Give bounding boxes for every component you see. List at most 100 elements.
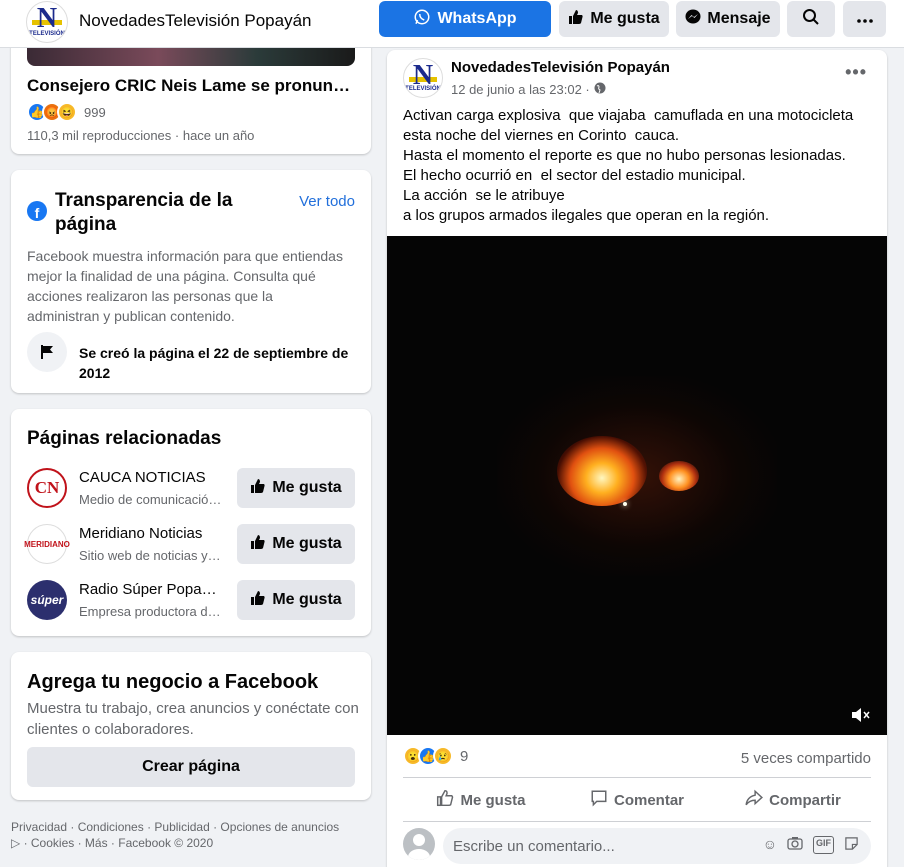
commenter-avatar[interactable] <box>403 828 435 860</box>
post-comment-label: Comentar <box>613 791 684 809</box>
fire-flame <box>557 436 647 506</box>
related-page-item[interactable]: CN CAUCA NOTICIAS Medio de comunicación/… <box>27 468 355 508</box>
create-page-button[interactable]: Crear página <box>27 747 355 787</box>
logo-subtitle: TELEVISIÓN <box>29 31 65 37</box>
logo-subtitle: TELEVISIÓN <box>405 86 441 92</box>
related-like-label: Me gusta <box>272 591 342 608</box>
video-meta: 110,3 mil reproducciones · hace un año <box>27 128 255 143</box>
footer-links: Privacidad · Condiciones · Publicidad · … <box>11 819 371 851</box>
add-business-card: Agrega tu negocio a Facebook Muestra tu … <box>11 652 371 800</box>
related-like-button[interactable]: Me gusta <box>237 468 355 508</box>
footer-line-1[interactable]: Privacidad · Condiciones · Publicidad · … <box>11 819 371 835</box>
transparency-title: Transparencia de la página <box>55 190 233 235</box>
post-options-icon[interactable]: ••• <box>845 62 867 83</box>
add-business-description: Muestra tu trabajo, crea anuncios y coné… <box>27 700 359 738</box>
add-business-title: Agrega tu negocio a Facebook <box>27 671 319 693</box>
post-card: N TELEVISIÓN NovedadesTelevisión Popayán… <box>387 50 887 867</box>
related-page-name[interactable]: CAUCA NOTICIAS <box>79 469 224 486</box>
fire-flame <box>659 461 699 491</box>
post-comment-button[interactable]: Comentar <box>559 780 715 820</box>
flag-icon <box>27 332 67 372</box>
post-like-button[interactable]: Me gusta <box>403 780 559 820</box>
footer-line-2[interactable]: ▷ · Cookies · Más · Facebook © 2020 <box>11 835 371 851</box>
post-video[interactable] <box>387 236 887 735</box>
globe-icon <box>594 82 606 97</box>
video-reactions[interactable]: 👍 😡 😆 999 <box>27 102 106 122</box>
post-share-label: Compartir <box>769 791 841 809</box>
distant-light <box>623 502 627 506</box>
comment-input[interactable]: Escribe un comentario... ☺ GIF <box>443 828 871 864</box>
share-count[interactable]: 5 veces compartido <box>741 750 871 767</box>
related-page-name[interactable]: Radio Súper Popayán <box>79 581 224 598</box>
comment-tools: ☺ GIF <box>763 836 859 854</box>
video-card[interactable]: Consejero CRIC Neis Lame se pronunció so… <box>11 30 371 154</box>
share-icon <box>745 789 764 811</box>
post-author-name[interactable]: NovedadesTelevisión Popayán <box>451 59 670 76</box>
messenger-icon <box>685 9 701 30</box>
post-author-avatar[interactable]: N TELEVISIÓN <box>403 58 443 98</box>
post-text-line: El hecho ocurrió en el sector del estadi… <box>403 167 746 184</box>
post-actions: Me gusta Comentar Compartir <box>403 780 871 820</box>
related-pages-card: Páginas relacionadas CN CAUCA NOTICIAS M… <box>11 409 371 636</box>
thumbs-up-icon <box>568 9 584 30</box>
post-reactions[interactable]: 😮 👍 😢 9 <box>403 746 468 766</box>
related-page-avatar[interactable]: MERIDIANO <box>24 524 70 564</box>
whatsapp-button[interactable]: WhatsApp <box>379 1 551 37</box>
logo-letter: N <box>36 3 58 34</box>
camera-icon[interactable] <box>787 836 803 854</box>
related-like-label: Me gusta <box>272 535 342 552</box>
whatsapp-label: WhatsApp <box>437 10 517 27</box>
post-time-text: 12 de junio a las 23:02 · <box>451 82 590 97</box>
facebook-icon: f <box>27 201 47 221</box>
haha-reaction-icon: 😆 <box>57 102 77 122</box>
see-all-link[interactable]: Ver todo <box>299 193 355 210</box>
post-text-line: Hasta el momento el reporte es que no hu… <box>403 147 846 164</box>
related-page-avatar[interactable]: súper <box>27 580 67 620</box>
comment-icon <box>590 789 608 811</box>
video-title[interactable]: Consejero CRIC Neis Lame se pronunció so… <box>27 76 357 96</box>
page-name[interactable]: NovedadesTelevisión Popayán <box>79 11 312 31</box>
video-reaction-count: 999 <box>84 104 106 120</box>
related-like-button[interactable]: Me gusta <box>237 524 355 564</box>
post-text-line: La acción se le atribuye <box>403 187 565 204</box>
comment-placeholder: Escribe un comentario... <box>453 838 615 855</box>
post-text-line: esta noche del viernes en Corinto cauca. <box>403 127 679 144</box>
thumbs-up-icon <box>250 478 266 499</box>
transparency-description: Facebook muestra información para que en… <box>27 248 343 324</box>
page-created-date: Se creó la página el 22 de septiembre de… <box>79 345 349 381</box>
page-header: N TELEVISIÓN NovedadesTelevisión Popayán… <box>0 0 904 48</box>
mute-icon[interactable] <box>851 707 871 723</box>
post-text-line: Activan carga explosiva que viajaba camu… <box>403 107 854 124</box>
whatsapp-icon <box>413 8 431 31</box>
sad-reaction-icon: 😢 <box>433 746 453 766</box>
message-button[interactable]: Mensaje <box>676 1 780 37</box>
divider <box>403 821 871 822</box>
more-dots-icon <box>856 10 873 28</box>
related-page-category: Empresa productora de radio <box>79 604 224 619</box>
post-reaction-count: 9 <box>460 747 469 765</box>
like-label: Me gusta <box>590 10 660 27</box>
gif-icon[interactable]: GIF <box>813 836 834 854</box>
page-logo[interactable]: N TELEVISIÓN <box>26 1 68 43</box>
related-like-label: Me gusta <box>272 479 342 496</box>
transparency-card: f Transparencia de la página Ver todo Fa… <box>11 170 371 393</box>
thumbs-up-outline-icon <box>436 789 454 811</box>
related-page-item[interactable]: súper Radio Súper Popayán Empresa produc… <box>27 580 355 620</box>
post-text: Activan carga explosiva que viajaba camu… <box>403 106 873 226</box>
thumbs-up-icon <box>250 534 266 555</box>
related-page-avatar[interactable]: CN <box>27 468 67 508</box>
post-like-label: Me gusta <box>460 791 526 809</box>
post-timestamp[interactable]: 12 de junio a las 23:02 · <box>451 82 606 97</box>
post-text-line: a los grupos armados ilegales que operan… <box>403 207 770 224</box>
related-like-button[interactable]: Me gusta <box>237 580 355 620</box>
sticker-icon[interactable] <box>844 836 859 854</box>
related-page-name[interactable]: Meridiano Noticias <box>79 525 224 542</box>
divider <box>403 777 871 778</box>
search-button[interactable] <box>787 1 835 37</box>
emoji-icon[interactable]: ☺ <box>763 836 777 854</box>
thumbs-up-icon <box>250 590 266 611</box>
like-page-button[interactable]: Me gusta <box>559 1 669 37</box>
more-button[interactable] <box>843 1 886 37</box>
post-share-button[interactable]: Compartir <box>715 780 871 820</box>
related-page-item[interactable]: MERIDIANO Meridiano Noticias Sitio web d… <box>24 524 355 564</box>
